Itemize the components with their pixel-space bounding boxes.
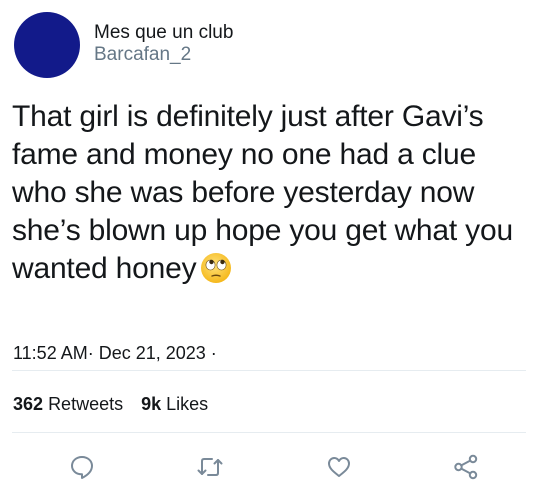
- reply-button[interactable]: [62, 447, 102, 487]
- user-names: Mes que un club Barcafan_2: [94, 22, 233, 66]
- likes-stat[interactable]: 9k Likes: [141, 394, 208, 414]
- share-icon: [454, 454, 478, 480]
- tweet-card: Mes que un club Barcafan_2 That girl is …: [0, 0, 540, 501]
- tweet-stats: 362 Retweets 9k Likes: [13, 394, 208, 415]
- retweets-count: 362: [13, 394, 44, 414]
- divider: [12, 432, 526, 433]
- retweet-icon: [197, 458, 223, 476]
- retweet-button[interactable]: [190, 447, 230, 487]
- like-icon: [328, 457, 350, 477]
- rolling-eyes-emoji-icon: [200, 252, 232, 294]
- comment-icon: [71, 456, 93, 479]
- user-handle[interactable]: Barcafan_2: [94, 44, 233, 66]
- tweet-timestamp[interactable]: 11:52 AM· Dec 21, 2023 ·: [13, 343, 217, 364]
- likes-count: 9k: [141, 394, 162, 414]
- share-button[interactable]: [446, 447, 486, 487]
- tweet-text: That girl is definitely just after Gavi’…: [12, 98, 530, 294]
- display-name[interactable]: Mes que un club: [94, 22, 233, 44]
- like-button[interactable]: [319, 447, 359, 487]
- divider: [12, 370, 526, 371]
- tweet-header: Mes que un club Barcafan_2: [14, 12, 233, 84]
- tweet-body: That girl is definitely just after Gavi’…: [12, 100, 513, 285]
- tweet-actions: [0, 447, 540, 487]
- retweets-stat[interactable]: 362 Retweets: [13, 394, 123, 414]
- avatar[interactable]: [14, 12, 80, 78]
- retweets-label: Retweets: [48, 394, 124, 414]
- likes-label: Likes: [166, 394, 209, 414]
